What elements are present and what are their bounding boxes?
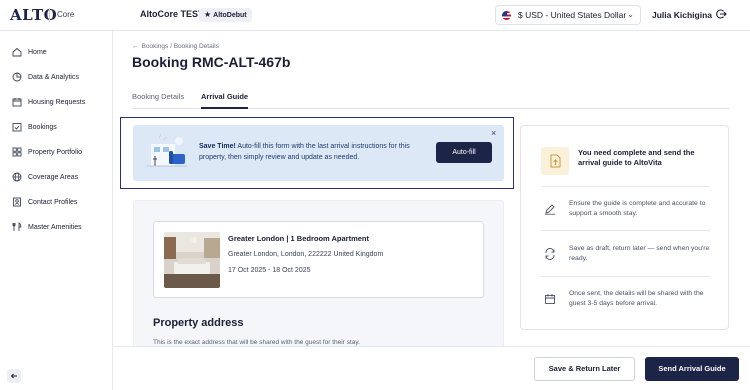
user-name[interactable]: Julia Kichigina [652, 10, 712, 20]
top-bar: ALTO Core AltoCore TEST ★ AltoDebut $ USD… [0, 0, 750, 31]
sidebar-item-property-portfolio[interactable]: Property Portfolio [12, 145, 82, 159]
breadcrumb: ← Bookings / Booking Details [132, 43, 219, 50]
divider [541, 230, 710, 231]
sidebar-item-label: Master Amenities [28, 223, 82, 231]
tab-booking-details[interactable]: Booking Details [132, 92, 184, 109]
breadcrumb-parent[interactable]: Bookings [142, 43, 169, 50]
arrow-left-icon [10, 373, 17, 379]
sidebar-item-label: Data & Analytics [28, 73, 79, 81]
sidebar-collapse-button[interactable] [7, 369, 21, 383]
sidebar-item-home[interactable]: Home [12, 45, 47, 59]
autofill-message: Save Time! Auto-fill this form with the … [199, 141, 415, 163]
autofill-banner: Save Time! Auto-fill this form with the … [133, 125, 504, 181]
send-arrival-guide-button[interactable]: Send Arrival Guide [645, 357, 739, 381]
document-upload-icon [541, 147, 569, 175]
guidance-heading: You need complete and send the arrival g… [578, 148, 695, 167]
sidebar-item-label: Coverage Areas [28, 173, 79, 181]
currency-label: $ USD - United States Dollar [518, 10, 627, 20]
autofill-button[interactable]: Auto-fill [436, 142, 492, 163]
logo[interactable]: ALTO [10, 6, 57, 24]
logo-divider [49, 8, 50, 22]
chevron-down-icon: ⌄ [627, 10, 634, 19]
sidebar-item-bookings[interactable]: Bookings [12, 120, 57, 134]
guidance-item: Ensure the guide is complete and accurat… [541, 199, 713, 229]
amenities-icon [12, 222, 22, 231]
sidebar-item-label: Bookings [28, 123, 57, 131]
save-return-later-button[interactable]: Save & Return Later [534, 357, 635, 381]
sidebar-item-data-analytics[interactable]: Data & Analytics [12, 70, 79, 84]
home-icon [12, 47, 22, 57]
property-photo [164, 232, 220, 288]
contact-icon [13, 197, 21, 207]
section-description: This is the exact address that will be s… [153, 339, 360, 346]
autofill-message-bold: Save Time! [199, 143, 236, 150]
tab-arrival-guide[interactable]: Arrival Guide [201, 92, 249, 109]
property-title: Greater London | 1 Bedroom Apartment [228, 234, 370, 243]
divider [541, 186, 710, 187]
sidebar-item-contact-profiles[interactable]: Contact Profiles [12, 195, 77, 209]
guidance-item: Save as draft, return later — send when … [541, 244, 713, 274]
sidebar-item-housing-requests[interactable]: Housing Requests [12, 95, 85, 109]
breadcrumb-current: Booking Details [173, 43, 219, 50]
logout-icon[interactable] [715, 8, 727, 20]
breadcrumb-separator: / [170, 43, 172, 50]
sidebar-item-label: Housing Requests [28, 98, 86, 106]
edit-icon [545, 204, 555, 215]
sidebar-item-coverage-areas[interactable]: Coverage Areas [12, 170, 78, 184]
close-icon[interactable]: × [491, 128, 496, 138]
star-icon: ★ [204, 10, 212, 19]
property-summary-card: Greater London | 1 Bedroom Apartment Gre… [153, 221, 484, 298]
guidance-panel: You need complete and send the arrival g… [520, 125, 729, 330]
currency-select[interactable]: $ USD - United States Dollar ⌄ [495, 5, 641, 25]
guidance-item: Once sent, the details will be shared wi… [541, 289, 713, 319]
property-address: Greater London, London, 222222 United Ki… [228, 251, 384, 258]
us-flag-icon [502, 11, 511, 20]
company-name: AltoCore TEST [140, 9, 204, 19]
calendar-icon [545, 294, 555, 304]
guidance-text: Once sent, the details will be shared wi… [569, 290, 704, 307]
back-arrow-icon[interactable]: ← [132, 43, 139, 50]
calendar-check-icon [12, 123, 22, 132]
guidance-text: Ensure the guide is complete and accurat… [569, 200, 706, 217]
sidebar-item-master-amenities[interactable]: Master Amenities [12, 220, 82, 234]
sidebar-item-label: Property Portfolio [28, 148, 83, 156]
product-name: Core [57, 10, 75, 19]
house-illustration-icon [147, 133, 187, 167]
sidebar-item-label: Home [28, 48, 47, 56]
sidebar: Home Data & Analytics Housing Requests B… [0, 31, 113, 390]
sync-icon [545, 248, 555, 260]
tab-bar: Booking Details Arrival Guide [132, 92, 730, 109]
page-title: Booking RMC-ALT-467b [132, 54, 291, 70]
tier-badge: ★ AltoDebut [199, 8, 252, 22]
chart-icon [12, 72, 22, 82]
divider [541, 276, 710, 277]
section-title: Property address [153, 317, 244, 329]
grid-icon [12, 147, 22, 157]
stay-dates: 17 Oct 2025 - 18 Oct 2025 [228, 267, 311, 274]
calendar-icon [12, 98, 22, 107]
globe-icon [12, 172, 22, 182]
guidance-text: Save as draft, return later — send when … [569, 245, 710, 262]
sidebar-item-label: Contact Profiles [28, 198, 78, 206]
